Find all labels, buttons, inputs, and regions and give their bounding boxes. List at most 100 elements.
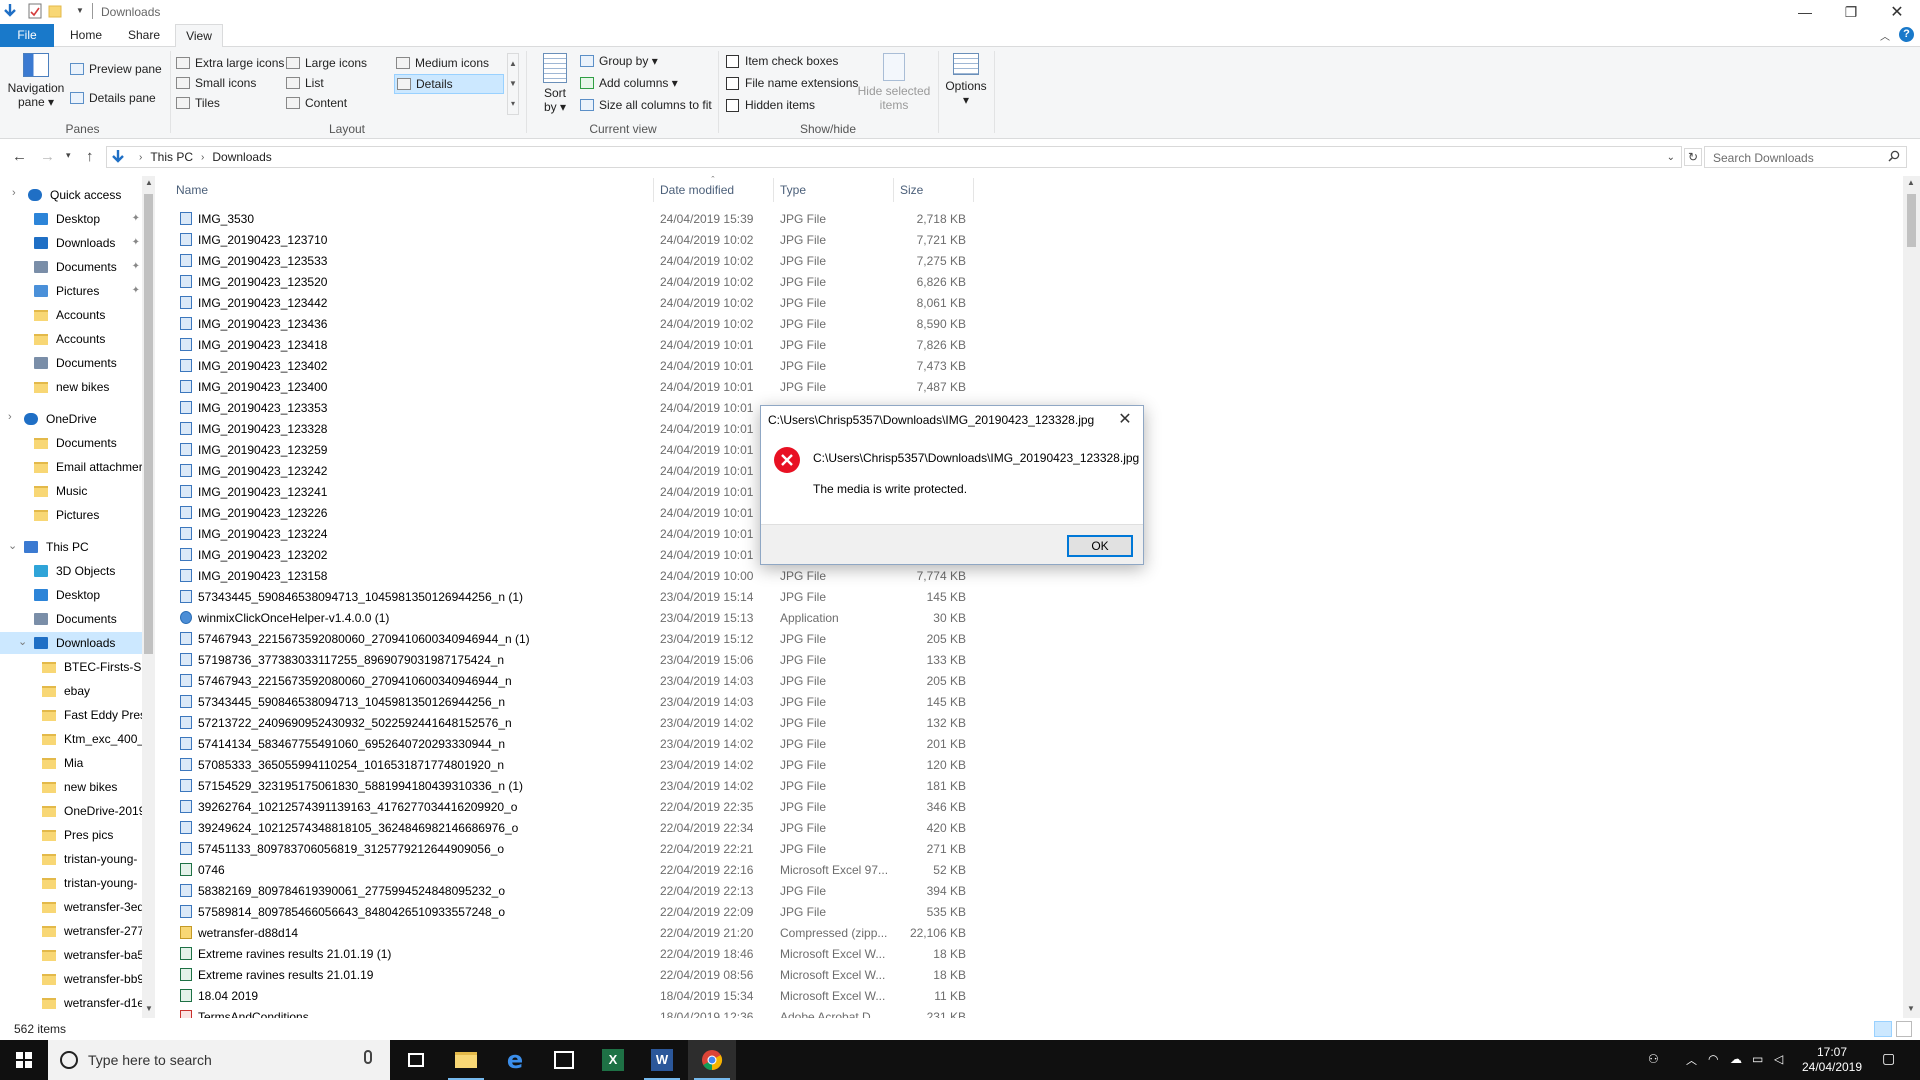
breadcrumb-chevron-icon[interactable]: › xyxy=(201,152,204,163)
expand-chevron-icon[interactable]: › xyxy=(12,187,16,199)
nav-scroll-down-icon[interactable]: ▼ xyxy=(145,1004,153,1013)
scroll-down-icon[interactable]: ▼ xyxy=(1907,1004,1915,1013)
battery-icon[interactable]: ▭ xyxy=(1752,1052,1763,1066)
nav-item[interactable]: new bikes xyxy=(0,376,142,398)
layout-scroll-icon[interactable]: ▲ ▼ ▾ xyxy=(507,53,519,115)
layout-list[interactable]: List xyxy=(286,76,324,90)
nav-item[interactable]: 3D Objects xyxy=(0,560,142,582)
customize-toolbar-icon[interactable]: ▼ xyxy=(76,6,84,15)
chrome-taskbar-button[interactable] xyxy=(688,1040,736,1080)
collapse-ribbon-icon[interactable]: ︿ xyxy=(1880,28,1890,43)
file-row[interactable]: IMG_20190423_123710 24/04/2019 10:02 JPG F… xyxy=(158,229,974,250)
nav-scroll-thumb[interactable] xyxy=(144,194,153,654)
options-button[interactable]: Options ▾ xyxy=(942,53,990,107)
refresh-icon[interactable]: ↻ xyxy=(1684,148,1702,166)
file-row[interactable]: winmixClickOnceHelper-v1.4.0.0 (1) 23/04/… xyxy=(158,607,974,628)
details-pane-button[interactable]: Details pane xyxy=(70,91,156,105)
layout-medium-icons[interactable]: Medium icons xyxy=(396,56,489,70)
tab-view[interactable]: View xyxy=(175,24,223,48)
up-arrow-icon[interactable]: ↑ xyxy=(86,148,94,165)
nav-item[interactable]: Fast Eddy Prese xyxy=(0,704,142,726)
file-row[interactable]: IMG_20190423_123442 24/04/2019 10:02 JPG F… xyxy=(158,292,974,313)
microphone-icon[interactable] xyxy=(364,1050,372,1064)
nav-item[interactable]: Pictures ✦ xyxy=(0,280,142,302)
task-view-button[interactable] xyxy=(392,1040,440,1080)
search-icon[interactable] xyxy=(1888,150,1900,162)
layout-large-icons[interactable]: Large icons xyxy=(286,56,367,70)
file-list-scroll-thumb[interactable] xyxy=(1907,194,1916,247)
column-header-name[interactable]: Name xyxy=(176,183,208,197)
file-row[interactable]: wetransfer-d88d14 22/04/2019 21:20 Compres… xyxy=(158,922,974,943)
show-hidden-icons-icon[interactable]: ︿ xyxy=(1686,1052,1697,1068)
item-check-boxes-checkbox[interactable] xyxy=(726,54,739,68)
sort-by-button[interactable]: Sort by ▾ xyxy=(534,53,576,114)
nav-item[interactable]: BTEC-Firsts-Sp xyxy=(0,656,142,678)
hidden-items-checkbox[interactable] xyxy=(726,98,739,112)
file-row[interactable]: IMG_3530 24/04/2019 15:39 JPG File 2,718 KB xyxy=(158,208,974,229)
volume-icon[interactable]: ◁ xyxy=(1774,1052,1783,1066)
layout-extra-large-icons[interactable]: Extra large icons xyxy=(176,56,284,70)
file-row[interactable]: IMG_20190423_123533 24/04/2019 10:02 JPG F… xyxy=(158,250,974,271)
notifications-icon[interactable]: ▢ xyxy=(1882,1050,1895,1067)
layout-small-icons[interactable]: Small icons xyxy=(176,76,256,90)
new-folder-icon[interactable] xyxy=(48,3,62,19)
group-by-button[interactable]: Group by ▾ xyxy=(580,54,658,68)
nav-item[interactable]: wetransfer-3ed xyxy=(0,896,142,918)
nav-item[interactable]: wetransfer-ba5 xyxy=(0,944,142,966)
excel-taskbar-button[interactable]: X xyxy=(589,1040,637,1080)
column-divider[interactable] xyxy=(653,178,654,202)
taskbar-clock[interactable]: 17:07 24/04/2019 xyxy=(1792,1045,1872,1075)
help-icon[interactable]: ? xyxy=(1899,27,1914,42)
column-divider[interactable] xyxy=(893,178,894,202)
tab-share[interactable]: Share xyxy=(118,24,170,47)
scroll-up-icon[interactable]: ▲ xyxy=(1907,178,1915,187)
file-row[interactable]: 57414134_583467755491060_695264072029333… xyxy=(158,733,974,754)
nav-item[interactable]: Mia xyxy=(0,752,142,774)
file-row[interactable]: 57589814_809785466056643_848042651093355… xyxy=(158,901,974,922)
file-row[interactable]: 57085333_365055994110254_101653187177480… xyxy=(158,754,974,775)
layout-tiles[interactable]: Tiles xyxy=(176,96,220,110)
file-row[interactable]: 57467943_2215673592080060_27094106003409… xyxy=(158,670,974,691)
taskbar-search-box[interactable]: Type here to search xyxy=(48,1040,390,1080)
nav-item[interactable]: OneDrive-2019 xyxy=(0,800,142,822)
nav-item[interactable]: › Quick access xyxy=(0,184,142,206)
expand-chevron-icon[interactable]: ⌄ xyxy=(18,635,27,648)
store-taskbar-button[interactable] xyxy=(540,1040,588,1080)
edge-taskbar-button[interactable]: e xyxy=(491,1040,539,1080)
file-list-scrollbar[interactable]: ▲ ▼ xyxy=(1903,176,1920,1018)
nav-item[interactable]: Accounts xyxy=(0,328,142,350)
file-row[interactable]: 57154529_323195175061830_588199418043931… xyxy=(158,775,974,796)
nav-item[interactable]: tristan-young- xyxy=(0,872,142,894)
nav-item[interactable]: Pictures xyxy=(0,504,142,526)
file-row[interactable]: 18.04 2019 18/04/2019 15:34 Microsoft Exce… xyxy=(158,985,974,1006)
tab-file[interactable]: File xyxy=(0,24,54,47)
file-row[interactable]: TermsAndConditions 18/04/2019 12:36 Adobe … xyxy=(158,1006,974,1018)
back-arrow-icon[interactable]: ← xyxy=(12,148,27,165)
file-row[interactable]: Extreme ravines results 21.01.19 22/04/20… xyxy=(158,964,974,985)
column-header-type[interactable]: Type xyxy=(780,183,806,197)
layout-details[interactable]: Details xyxy=(394,74,504,94)
navigation-pane-button[interactable]: Navigation pane ▾ xyxy=(6,53,66,109)
breadcrumb-chevron-icon[interactable]: › xyxy=(139,152,142,163)
hidden-items-toggle[interactable]: Hidden items xyxy=(726,98,815,112)
people-icon[interactable]: ⚇ xyxy=(1648,1052,1659,1066)
file-row[interactable]: Extreme ravines results 21.01.19 (1) 22/0… xyxy=(158,943,974,964)
file-row[interactable]: 57467943_2215673592080060_27094106003409… xyxy=(158,628,974,649)
size-all-columns-button[interactable]: Size all columns to fit xyxy=(580,98,712,112)
recent-locations-icon[interactable]: ▾ xyxy=(66,150,71,161)
file-row[interactable]: 39249624_10212574348818105_3624846982146… xyxy=(158,817,974,838)
forward-arrow-icon[interactable]: → xyxy=(40,148,55,165)
file-row[interactable]: 57213722_2409690952430932_50225924416481… xyxy=(158,712,974,733)
expand-chevron-icon[interactable]: › xyxy=(8,411,12,423)
file-row[interactable]: IMG_20190423_123400 24/04/2019 10:01 JPG F… xyxy=(158,376,974,397)
nav-item[interactable]: wetransfer-bb9 xyxy=(0,968,142,990)
column-header-date-modified[interactable]: Date modified xyxy=(660,183,734,197)
breadcrumb-this-pc[interactable]: This PC xyxy=(150,150,193,164)
column-divider[interactable] xyxy=(973,178,974,202)
address-bar[interactable]: › This PC › Downloads ⌄ xyxy=(106,146,1682,168)
file-explorer-taskbar-button[interactable] xyxy=(442,1040,490,1080)
word-taskbar-button[interactable]: W xyxy=(638,1040,686,1080)
column-divider[interactable] xyxy=(773,178,774,202)
nav-item[interactable]: Downloads ✦ xyxy=(0,232,142,254)
file-row[interactable]: IMG_20190423_123418 24/04/2019 10:01 JPG F… xyxy=(158,334,974,355)
